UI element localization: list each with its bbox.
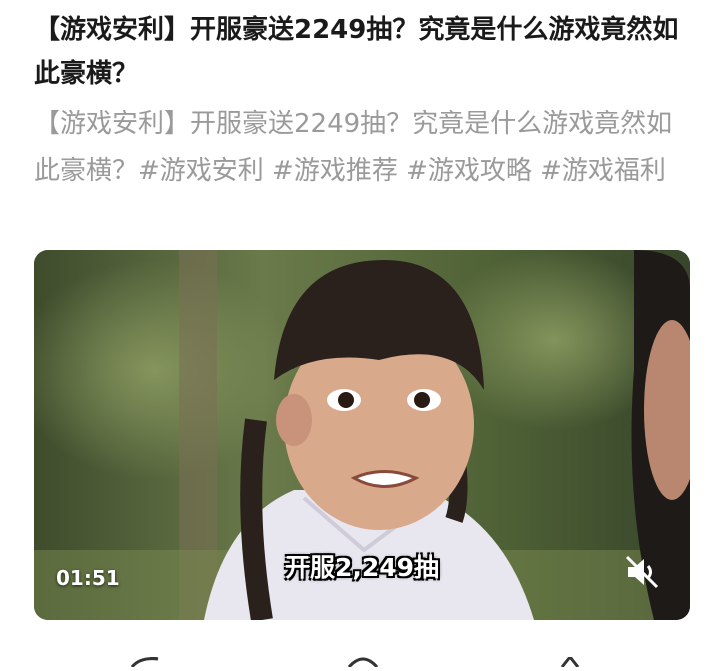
action-bar bbox=[0, 640, 720, 669]
post-title: 【游戏安利】开服豪送2249抽？究竟是什么游戏竟然如此豪横？ bbox=[34, 15, 679, 89]
video-player[interactable]: 01:51 开服2,249抽 bbox=[34, 250, 690, 620]
post-description: 【游戏安利】开服豪送2249抽？究竟是什么游戏竟然如此豪横？#游戏安利 #游戏推… bbox=[34, 109, 673, 186]
video-subtitle: 开服2,249抽 bbox=[284, 553, 440, 582]
volume-mute-icon[interactable] bbox=[622, 552, 662, 592]
